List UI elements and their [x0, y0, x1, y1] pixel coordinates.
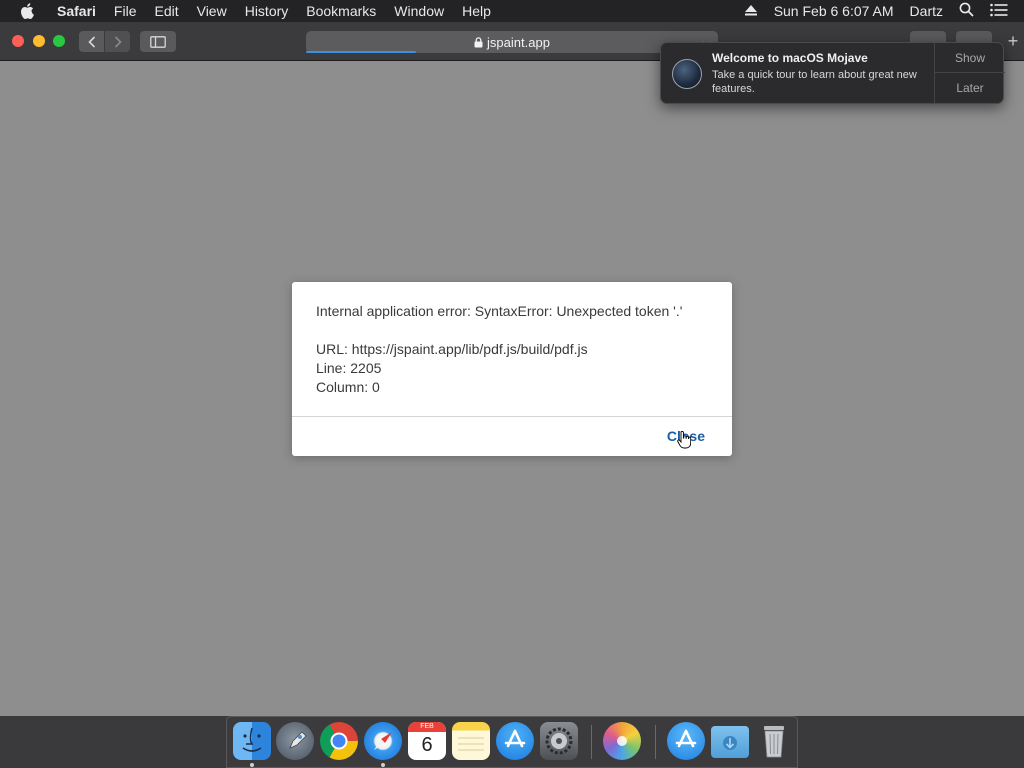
dock-separator — [591, 725, 592, 759]
spotlight-search-icon[interactable] — [959, 2, 974, 20]
notification-actions: Show Later — [934, 43, 1005, 103]
menu-window[interactable]: Window — [385, 0, 453, 22]
calendar-icon[interactable]: FEB 6 — [408, 722, 446, 760]
trash-icon[interactable] — [755, 722, 793, 760]
menu-bookmarks[interactable]: Bookmarks — [297, 0, 385, 22]
dialog-divider — [292, 416, 732, 417]
chrome-icon[interactable] — [320, 722, 358, 760]
menu-user[interactable]: Dartz — [910, 3, 943, 19]
menu-clock[interactable]: Sun Feb 6 6:07 AM — [774, 3, 894, 19]
error-url: URL: https://jspaint.app/lib/pdf.js/buil… — [316, 341, 588, 357]
chevron-left-icon — [87, 35, 95, 48]
lock-icon — [474, 36, 483, 48]
app-store-folder-icon[interactable] — [667, 722, 705, 760]
forward-button[interactable] — [105, 31, 130, 52]
error-line: Line: 2205 — [316, 360, 382, 376]
menu-help[interactable]: Help — [453, 0, 500, 22]
calendar-month: FEB — [408, 722, 446, 732]
finder-running-indicator — [250, 763, 254, 767]
close-window-button[interactable] — [12, 35, 24, 47]
back-button[interactable] — [79, 31, 104, 52]
launchpad-icon[interactable] — [276, 722, 314, 760]
notification-text: Take a quick tour to learn about great n… — [712, 69, 917, 95]
photos-icon[interactable] — [603, 722, 641, 760]
page-load-progress — [306, 51, 416, 53]
minimize-window-button[interactable] — [33, 35, 45, 47]
sidebar-toggle-button[interactable] — [140, 31, 176, 52]
error-column: Column: 0 — [316, 379, 380, 395]
chevron-right-icon — [114, 35, 122, 48]
notification-show-button[interactable]: Show — [935, 43, 1005, 73]
notification-title: Welcome to macOS Mojave — [712, 51, 868, 65]
menu-file[interactable]: File — [105, 0, 146, 22]
address-url: jspaint.app — [487, 34, 550, 50]
new-tab-button[interactable]: + — [1002, 31, 1024, 52]
menu-app-name[interactable]: Safari — [48, 0, 105, 22]
zoom-window-button[interactable] — [53, 35, 65, 47]
app-store-icon[interactable] — [496, 722, 534, 760]
notification-later-button[interactable]: Later — [935, 73, 1005, 103]
error-message: Internal application error: SyntaxError:… — [316, 302, 708, 397]
dock-separator-2 — [655, 725, 656, 759]
mojave-icon — [672, 59, 702, 89]
menu-view[interactable]: View — [188, 0, 236, 22]
error-dialog: Internal application error: SyntaxError:… — [292, 282, 732, 456]
sidebar-icon — [150, 35, 166, 48]
address-bar[interactable]: jspaint.app — [306, 31, 718, 53]
menu-bar: Safari File Edit View History Bookmarks … — [0, 0, 1024, 22]
menu-edit[interactable]: Edit — [145, 0, 187, 22]
downloads-folder-icon[interactable] — [711, 726, 749, 758]
finder-icon[interactable] — [233, 722, 271, 760]
dock: FEB 6 — [226, 716, 798, 768]
menu-history[interactable]: History — [236, 0, 298, 22]
system-preferences-icon[interactable] — [540, 722, 578, 760]
calendar-day: 6 — [421, 734, 433, 756]
apple-menu-icon[interactable] — [20, 3, 34, 19]
eject-icon[interactable] — [744, 3, 758, 19]
error-text: Internal application error: SyntaxError:… — [316, 303, 683, 319]
hand-pointer-icon — [677, 431, 691, 449]
notification-center-icon[interactable] — [990, 3, 1008, 20]
mojave-welcome-notification[interactable]: Welcome to macOS Mojave Take a quick tou… — [660, 42, 1005, 104]
notes-icon[interactable] — [452, 722, 490, 760]
safari-running-indicator — [381, 763, 385, 767]
safari-icon[interactable] — [364, 722, 402, 760]
